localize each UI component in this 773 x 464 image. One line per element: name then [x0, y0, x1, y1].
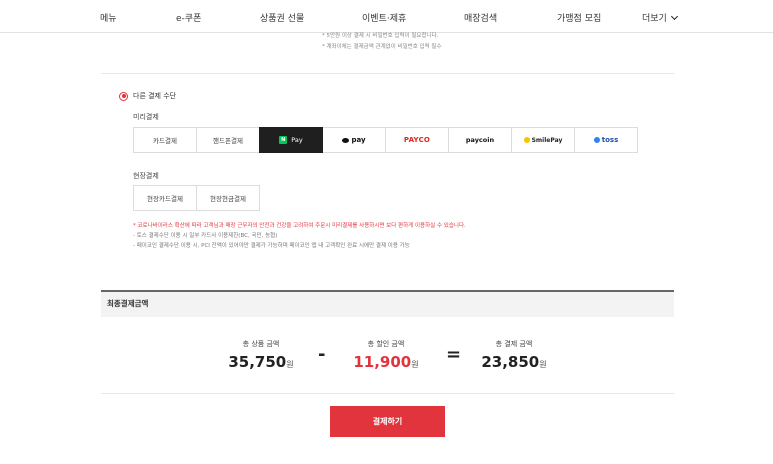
discount-amount-value: 11,900원 [353, 353, 419, 371]
total-amount-number: 23,850 [481, 353, 540, 371]
product-amount-value: 35,750원 [228, 353, 294, 371]
pay-submit-button[interactable]: 결제하기 [330, 406, 445, 437]
discount-amount-label: 총 할인 금액 [367, 340, 405, 348]
pay-option-phone[interactable]: 핸드폰결제 [196, 127, 260, 153]
pay-option-paycoin[interactable]: paycoin [448, 127, 512, 153]
notice-line: - 토스 결제수단 이용 시 일부 카드사 이용제한(BC, 국민, 농협) [133, 233, 278, 239]
pay-option-onsite-cash[interactable]: 현장현금결제 [196, 185, 260, 211]
prepay-label: 미리결제 [133, 113, 159, 121]
pay-option-label: 현장현금결제 [210, 195, 246, 203]
payco-icon: PAYCO [403, 136, 431, 144]
note-line: * 5만원 이상 결제 시 비밀번호 입력이 필요합니다. [322, 33, 439, 39]
pay-option-label: 카드결제 [153, 137, 177, 145]
pay-option-label: SmilePay [531, 136, 563, 144]
smilepay-icon: SmilePay [523, 136, 563, 144]
other-method-label: 다른 결제 수단 [133, 92, 177, 100]
toss-dot-icon [593, 137, 600, 143]
discount-amount-number: 11,900 [353, 353, 412, 371]
total-amount-value: 23,850원 [481, 353, 547, 371]
top-navigation: 메뉴 e-쿠폰 상품권 선물 이벤트·제휴 매장검색 가맹점 모집 더보기 [0, 0, 773, 33]
onsite-options: 현장카드결제 현장현금결제 [133, 185, 260, 211]
naverpay-icon: N [279, 136, 288, 144]
nav-more-label: 더보기 [642, 14, 667, 24]
pay-option-onsite-card[interactable]: 현장카드결제 [133, 185, 197, 211]
paycoin-icon: paycoin [465, 136, 495, 144]
product-amount: 총 상품 금액 35,750원 [228, 339, 294, 371]
smile-dot-icon [523, 137, 530, 143]
nav-events[interactable]: 이벤트·제휴 [362, 11, 406, 24]
toss-icon: toss [593, 136, 619, 144]
kakaopay-icon [342, 137, 350, 143]
pay-option-label: pay [351, 136, 366, 144]
total-amount: 총 결제 금액 23,850원 [481, 339, 547, 371]
currency-unit: 원 [539, 360, 547, 369]
onsite-label: 현장결제 [133, 172, 159, 180]
payment-notices: * 코로나바이러스 확산에 따라 고객님과 매장 근무자의 안전과 건강을 고려… [133, 221, 466, 251]
radio-selected-icon [119, 91, 128, 101]
nav-store-search[interactable]: 매장검색 [464, 11, 497, 24]
equals-sign: = [446, 344, 462, 365]
currency-unit: 원 [286, 360, 294, 369]
pay-option-card[interactable]: 카드결제 [133, 127, 197, 153]
nav-more[interactable]: 더보기 [642, 11, 678, 24]
section-divider [101, 393, 674, 394]
pay-option-label: toss [601, 136, 619, 144]
note-line: * 계좌이체는 결제금액 관계없이 비밀번호 입력 필수 [322, 44, 442, 50]
pay-option-naverpay[interactable]: N Pay [259, 127, 323, 153]
nav-franchise[interactable]: 가맹점 모집 [557, 11, 601, 24]
pay-option-label: 핸드폰결제 [213, 137, 243, 145]
chevron-down-icon [670, 12, 678, 20]
other-method-radio[interactable]: 다른 결제 수단 [119, 91, 176, 101]
password-notes: * 5만원 이상 결제 시 비밀번호 입력이 필요합니다. * 계좌이체는 결제… [322, 31, 442, 53]
currency-unit: 원 [411, 360, 419, 369]
nav-menu[interactable]: 메뉴 [100, 11, 117, 24]
section-divider [101, 73, 674, 74]
pay-option-label: 현장카드결제 [147, 195, 183, 203]
total-amount-label: 총 결제 금액 [495, 340, 533, 348]
product-amount-number: 35,750 [228, 353, 287, 371]
pay-option-smilepay[interactable]: SmilePay [511, 127, 575, 153]
product-amount-label: 총 상품 금액 [242, 340, 280, 348]
final-amount-header: 최종결제금액 [101, 290, 674, 317]
notice-warning: * 코로나바이러스 확산에 따라 고객님과 매장 근무자의 안전과 건강을 고려… [133, 223, 466, 229]
minus-sign: - [318, 344, 326, 365]
notice-line: - 페이코인 결제수단 이용 시, PCI 잔액이 있어야만 결제가 가능하며 … [133, 243, 410, 249]
pay-option-toss[interactable]: toss [574, 127, 638, 153]
final-amount-title: 최종결제금액 [107, 299, 149, 308]
discount-amount: 총 할인 금액 11,900원 [353, 339, 419, 371]
pay-option-label: Pay [291, 136, 303, 144]
pay-option-kakaopay[interactable]: pay [322, 127, 386, 153]
nav-ecoupon[interactable]: e-쿠폰 [176, 11, 201, 24]
nav-gift-card[interactable]: 상품권 선물 [260, 11, 304, 24]
pay-option-payco[interactable]: PAYCO [385, 127, 449, 153]
prepay-options: 카드결제 핸드폰결제 N Pay pay PAYCO paycoin Smile… [133, 127, 638, 153]
